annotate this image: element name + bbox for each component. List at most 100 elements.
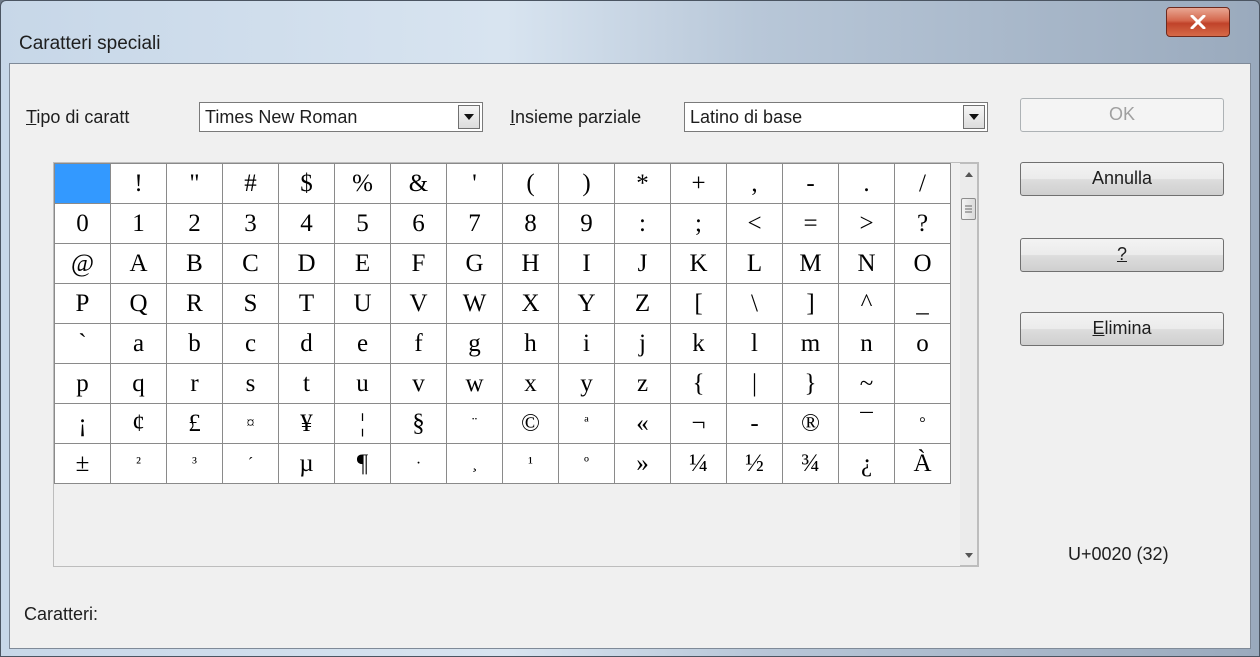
char-cell[interactable]: ¹ <box>502 443 559 484</box>
char-cell[interactable]: L <box>726 243 783 284</box>
char-cell[interactable]: µ <box>278 443 335 484</box>
char-cell[interactable]: Y <box>558 283 615 324</box>
subset-select[interactable]: Latino di base <box>684 102 988 132</box>
char-cell[interactable]: * <box>614 163 671 204</box>
char-cell[interactable]: º <box>558 443 615 484</box>
char-cell[interactable]: D <box>278 243 335 284</box>
char-cell[interactable]: r <box>166 363 223 404</box>
char-cell[interactable]: 1 <box>110 203 167 244</box>
char-cell[interactable]: I <box>558 243 615 284</box>
char-cell[interactable]: ; <box>670 203 727 244</box>
close-button[interactable] <box>1166 7 1230 37</box>
char-cell[interactable]: z <box>614 363 671 404</box>
char-cell[interactable]: ¡ <box>54 403 111 444</box>
char-cell[interactable]: V <box>390 283 447 324</box>
char-cell[interactable]: ¨ <box>446 403 503 444</box>
char-cell[interactable]: y <box>558 363 615 404</box>
char-cell[interactable]: B <box>166 243 223 284</box>
char-cell[interactable]: ½ <box>726 443 783 484</box>
char-cell[interactable]: ¦ <box>334 403 391 444</box>
char-cell[interactable]: J <box>614 243 671 284</box>
char-cell[interactable]: O <box>894 243 951 284</box>
char-cell[interactable]: j <box>614 323 671 364</box>
char-cell[interactable]: m <box>782 323 839 364</box>
char-cell[interactable]: ´ <box>222 443 279 484</box>
grid-scrollbar[interactable] <box>960 163 978 566</box>
scroll-down-arrow[interactable] <box>960 547 977 563</box>
char-cell[interactable]: f <box>390 323 447 364</box>
char-cell[interactable]: ° <box>894 403 951 444</box>
char-cell[interactable]: . <box>838 163 895 204</box>
char-cell[interactable]: ± <box>54 443 111 484</box>
char-cell[interactable]: £ <box>166 403 223 444</box>
char-cell[interactable]: M <box>782 243 839 284</box>
char-cell[interactable]: H <box>502 243 559 284</box>
char-cell[interactable]: © <box>502 403 559 444</box>
char-cell[interactable]: a <box>110 323 167 364</box>
char-cell[interactable]: 8 <box>502 203 559 244</box>
char-cell[interactable]: o <box>894 323 951 364</box>
char-cell[interactable]: ³ <box>166 443 223 484</box>
char-cell[interactable]: ] <box>782 283 839 324</box>
char-cell[interactable]: ® <box>782 403 839 444</box>
char-cell[interactable]: À <box>894 443 951 484</box>
cancel-button[interactable]: Annulla <box>1020 162 1224 196</box>
char-cell[interactable]: v <box>390 363 447 404</box>
char-cell[interactable]: $ <box>278 163 335 204</box>
char-cell[interactable]: ' <box>446 163 503 204</box>
char-cell[interactable] <box>894 363 951 404</box>
title-bar[interactable]: Caratteri speciali <box>1 1 1259 57</box>
subset-dropdown-button[interactable] <box>963 105 985 129</box>
char-cell[interactable]: u <box>334 363 391 404</box>
char-cell[interactable]: e <box>334 323 391 364</box>
char-cell[interactable]: ! <box>110 163 167 204</box>
char-cell[interactable]: _ <box>894 283 951 324</box>
ok-button[interactable]: OK <box>1020 98 1224 132</box>
char-cell[interactable]: } <box>782 363 839 404</box>
char-cell[interactable]: p <box>54 363 111 404</box>
char-cell[interactable]: Z <box>614 283 671 324</box>
char-cell[interactable]: ¶ <box>334 443 391 484</box>
char-cell[interactable]: : <box>614 203 671 244</box>
char-cell[interactable]: C <box>222 243 279 284</box>
char-cell[interactable]: { <box>670 363 727 404</box>
char-cell[interactable]: t <box>278 363 335 404</box>
char-cell[interactable]: 6 <box>390 203 447 244</box>
char-cell[interactable]: @ <box>54 243 111 284</box>
char-cell[interactable]: P <box>54 283 111 324</box>
char-cell[interactable]: i <box>558 323 615 364</box>
char-cell[interactable]: ² <box>110 443 167 484</box>
char-cell[interactable]: K <box>670 243 727 284</box>
char-cell[interactable]: b <box>166 323 223 364</box>
char-cell[interactable]: ¤ <box>222 403 279 444</box>
char-cell[interactable]: ¬ <box>670 403 727 444</box>
help-button[interactable]: ? <box>1020 238 1224 272</box>
char-cell[interactable]: N <box>838 243 895 284</box>
char-cell[interactable]: n <box>838 323 895 364</box>
char-cell[interactable]: ¾ <box>782 443 839 484</box>
char-cell[interactable]: ¢ <box>110 403 167 444</box>
char-cell[interactable]: F <box>390 243 447 284</box>
char-cell[interactable]: « <box>614 403 671 444</box>
char-cell[interactable]: 5 <box>334 203 391 244</box>
char-cell[interactable]: § <box>390 403 447 444</box>
char-cell[interactable]: R <box>166 283 223 324</box>
char-cell[interactable]: 2 <box>166 203 223 244</box>
char-cell[interactable]: U <box>334 283 391 324</box>
char-cell[interactable]: · <box>390 443 447 484</box>
char-cell[interactable]: | <box>726 363 783 404</box>
char-cell[interactable]: ~ <box>838 363 895 404</box>
char-cell[interactable]: 9 <box>558 203 615 244</box>
char-cell[interactable]: = <box>782 203 839 244</box>
char-cell[interactable]: 4 <box>278 203 335 244</box>
char-cell[interactable]: E <box>334 243 391 284</box>
char-cell[interactable]: l <box>726 323 783 364</box>
char-cell[interactable]: 7 <box>446 203 503 244</box>
char-cell[interactable]: G <box>446 243 503 284</box>
char-cell[interactable]: g <box>446 323 503 364</box>
char-cell[interactable]: > <box>838 203 895 244</box>
char-cell[interactable]: % <box>334 163 391 204</box>
char-cell[interactable] <box>54 163 111 204</box>
char-cell[interactable]: A <box>110 243 167 284</box>
char-cell[interactable]: T <box>278 283 335 324</box>
